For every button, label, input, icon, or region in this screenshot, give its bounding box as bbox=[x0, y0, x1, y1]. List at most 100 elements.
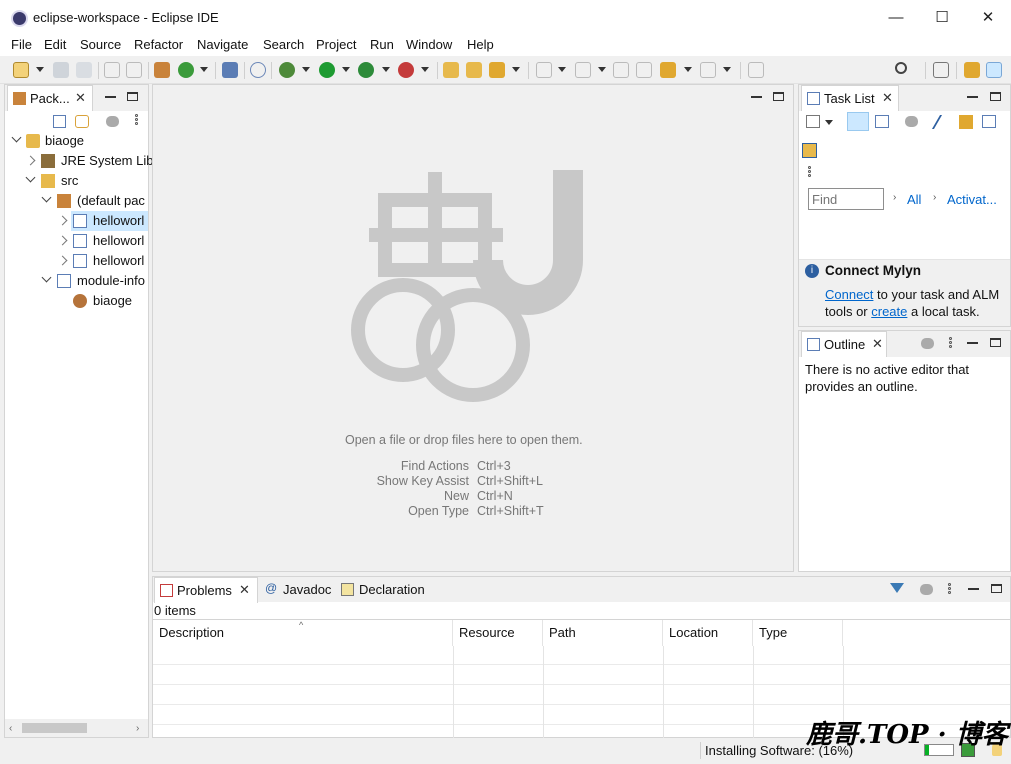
next-annotation-dropdown-icon[interactable] bbox=[558, 67, 566, 73]
tree-row[interactable]: helloworl bbox=[5, 251, 148, 271]
editor-area[interactable]: Open a file or drop files here to open t… bbox=[152, 84, 794, 572]
run-icon[interactable] bbox=[319, 62, 335, 78]
column-path[interactable]: Path bbox=[543, 620, 663, 646]
link-with-editor-icon[interactable] bbox=[75, 115, 89, 128]
resource-perspective-icon[interactable] bbox=[964, 62, 980, 78]
save-icon[interactable] bbox=[53, 62, 69, 78]
new-dropdown-icon[interactable] bbox=[36, 67, 44, 73]
new-task-icon[interactable] bbox=[806, 115, 820, 128]
menu-window[interactable]: Window bbox=[406, 37, 452, 52]
search-tool-icon[interactable] bbox=[489, 62, 505, 78]
new-icon[interactable] bbox=[13, 62, 29, 78]
debug-dropdown-icon[interactable] bbox=[302, 67, 310, 73]
terminal-icon[interactable] bbox=[222, 62, 238, 78]
tree-row[interactable]: src bbox=[5, 171, 148, 191]
collapse-all-icon[interactable] bbox=[53, 115, 66, 128]
skip-breakpoints-icon[interactable] bbox=[250, 62, 266, 78]
redo-icon[interactable] bbox=[126, 62, 142, 78]
menu-edit[interactable]: Edit bbox=[44, 37, 66, 52]
maximize-view-icon[interactable] bbox=[990, 338, 1001, 347]
tree-row[interactable]: JRE System Lib bbox=[5, 151, 153, 171]
prev-annotation-icon[interactable] bbox=[575, 62, 591, 78]
hide-completed-icon[interactable] bbox=[931, 115, 955, 129]
scroll-right-icon[interactable]: › bbox=[136, 723, 139, 734]
menu-project[interactable]: Project bbox=[316, 37, 356, 52]
maximize-view-icon[interactable] bbox=[991, 584, 1002, 593]
close-icon[interactable]: ✕ bbox=[239, 582, 250, 598]
collapse-all-icon[interactable] bbox=[982, 115, 996, 128]
coverage-dropdown-icon[interactable] bbox=[382, 67, 390, 73]
column-resource[interactable]: Resource bbox=[453, 620, 543, 646]
menu-search[interactable]: Search bbox=[263, 37, 304, 52]
new-task-dropdown-icon[interactable] bbox=[825, 120, 833, 126]
tab-declaration[interactable]: Declaration bbox=[337, 577, 431, 602]
external-tools-dropdown-icon[interactable] bbox=[421, 67, 429, 73]
last-edit-icon[interactable] bbox=[613, 62, 629, 78]
debug-icon[interactable] bbox=[279, 62, 295, 78]
menu-refactor[interactable]: Refactor bbox=[134, 37, 183, 52]
open-folder-icon[interactable] bbox=[443, 62, 459, 78]
run-coverage-icon[interactable] bbox=[358, 62, 374, 78]
search-icon[interactable] bbox=[895, 62, 907, 74]
tree-row[interactable]: (default pac bbox=[5, 191, 148, 211]
forward-dropdown-icon[interactable] bbox=[723, 67, 731, 73]
tab-problems[interactable]: Problems ✕ bbox=[154, 577, 258, 603]
undo-icon[interactable] bbox=[104, 62, 120, 78]
categorized-view-icon[interactable] bbox=[847, 112, 869, 131]
open-perspective-icon[interactable] bbox=[933, 62, 949, 78]
menu-run[interactable]: Run bbox=[370, 37, 394, 52]
tree-row[interactable]: helloworl bbox=[5, 231, 148, 251]
forward-icon[interactable] bbox=[700, 62, 716, 78]
scrollbar-thumb[interactable] bbox=[22, 723, 87, 733]
view-menu-icon[interactable] bbox=[948, 582, 952, 595]
menu-navigate[interactable]: Navigate bbox=[197, 37, 248, 52]
all-tasks-link[interactable]: All bbox=[907, 192, 921, 207]
close-icon[interactable]: ✕ bbox=[75, 90, 86, 106]
minimize-view-icon[interactable] bbox=[968, 588, 979, 590]
close-icon[interactable]: ✕ bbox=[882, 90, 893, 106]
minimize-editor-icon[interactable] bbox=[751, 96, 762, 98]
tree-row[interactable]: biaoge bbox=[5, 131, 148, 151]
minimize-button[interactable]: — bbox=[873, 0, 919, 36]
maximize-editor-icon[interactable] bbox=[773, 92, 784, 101]
sync-task-icon[interactable] bbox=[802, 143, 817, 158]
back-dropdown-icon[interactable] bbox=[684, 67, 692, 73]
column-location[interactable]: Location bbox=[663, 620, 753, 646]
prev-annotation-dropdown-icon[interactable] bbox=[598, 67, 606, 73]
filter-icon[interactable] bbox=[106, 116, 119, 127]
next-annotation-icon[interactable] bbox=[536, 62, 552, 78]
activate-task-link[interactable]: Activat... bbox=[947, 192, 997, 207]
search-dropdown-icon[interactable] bbox=[512, 67, 520, 73]
tree-row[interactable]: helloworl bbox=[5, 211, 148, 231]
column-type[interactable]: Type bbox=[753, 620, 843, 646]
refresh-dropdown-icon[interactable] bbox=[200, 67, 208, 73]
view-menu-icon[interactable] bbox=[949, 336, 953, 349]
synchronize-icon[interactable] bbox=[959, 115, 973, 129]
minimize-view-icon[interactable] bbox=[967, 96, 978, 98]
menu-file[interactable]: File bbox=[11, 37, 32, 52]
tree-row[interactable]: module-info bbox=[5, 271, 148, 291]
tab-package-explorer[interactable]: Pack... ✕ bbox=[7, 85, 93, 111]
task-find-input[interactable] bbox=[808, 188, 884, 210]
external-tools-icon[interactable] bbox=[398, 62, 414, 78]
minimize-view-icon[interactable] bbox=[967, 342, 978, 344]
save-all-icon[interactable] bbox=[76, 62, 92, 78]
view-menu-icon[interactable] bbox=[808, 165, 812, 178]
focus-icon[interactable] bbox=[920, 584, 933, 595]
filter-icon[interactable] bbox=[890, 583, 904, 593]
menu-source[interactable]: Source bbox=[80, 37, 121, 52]
filter-icon[interactable] bbox=[921, 338, 934, 349]
filter-icon[interactable] bbox=[905, 116, 918, 127]
maximize-button[interactable]: ☐ bbox=[919, 0, 965, 36]
run-dropdown-icon[interactable] bbox=[342, 67, 350, 73]
menu-help[interactable]: Help bbox=[467, 37, 494, 52]
minimize-view-icon[interactable] bbox=[105, 96, 116, 98]
forward-edit-icon[interactable] bbox=[636, 62, 652, 78]
open-type-icon[interactable] bbox=[154, 62, 170, 78]
connect-link[interactable]: Connect bbox=[825, 287, 873, 302]
close-window-button[interactable]: ✕ bbox=[965, 0, 1011, 36]
tab-task-list[interactable]: Task List ✕ bbox=[801, 85, 899, 111]
refresh-icon[interactable] bbox=[178, 62, 194, 78]
scheduled-view-icon[interactable] bbox=[875, 115, 889, 128]
pin-editor-icon[interactable] bbox=[748, 62, 764, 78]
